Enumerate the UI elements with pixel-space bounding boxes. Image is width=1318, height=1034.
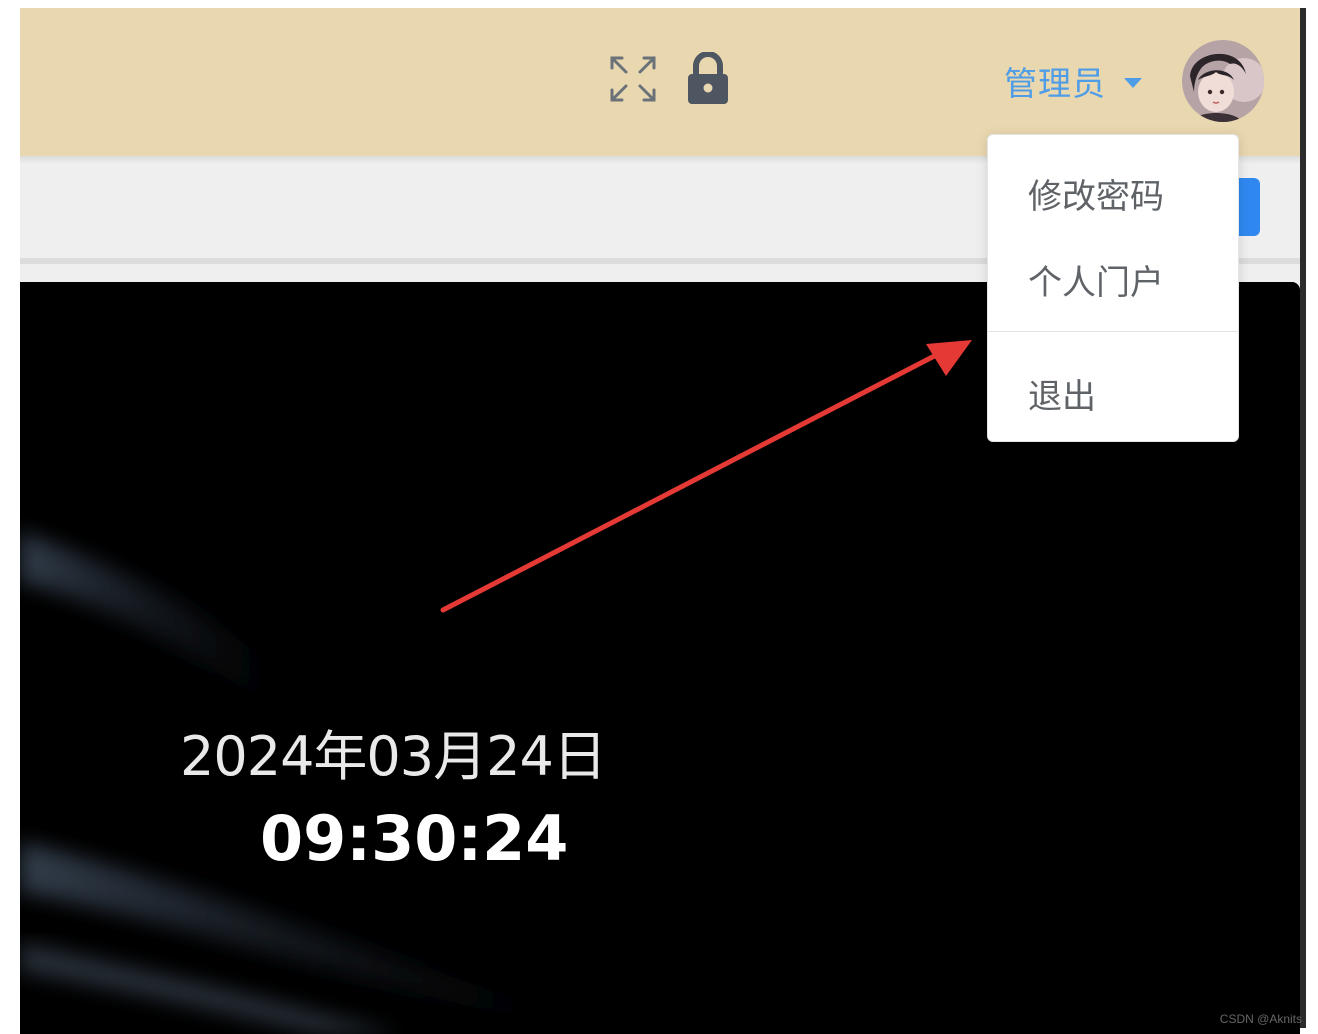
user-menu-trigger[interactable]: 管理员	[1004, 58, 1142, 104]
fullscreen-icon[interactable]	[608, 54, 658, 104]
window-right-edge	[1300, 8, 1306, 1028]
watermark: CSDN @Aknits	[1219, 1012, 1302, 1026]
current-time: 09:30:24	[260, 802, 569, 875]
lock-icon[interactable]	[686, 52, 730, 106]
current-date: 2024年03月24日	[180, 725, 607, 788]
caret-down-icon	[1124, 78, 1142, 88]
user-dropdown-menu: 修改密码 个人门户 退出	[987, 134, 1239, 442]
user-name: 管理员	[1004, 64, 1106, 103]
menu-item-personal-portal[interactable]: 个人门户	[1028, 255, 1164, 304]
menu-item-logout[interactable]: 退出	[1028, 369, 1096, 418]
avatar[interactable]	[1182, 40, 1264, 122]
menu-item-change-password[interactable]: 修改密码	[1028, 169, 1164, 218]
menu-divider	[988, 331, 1238, 332]
